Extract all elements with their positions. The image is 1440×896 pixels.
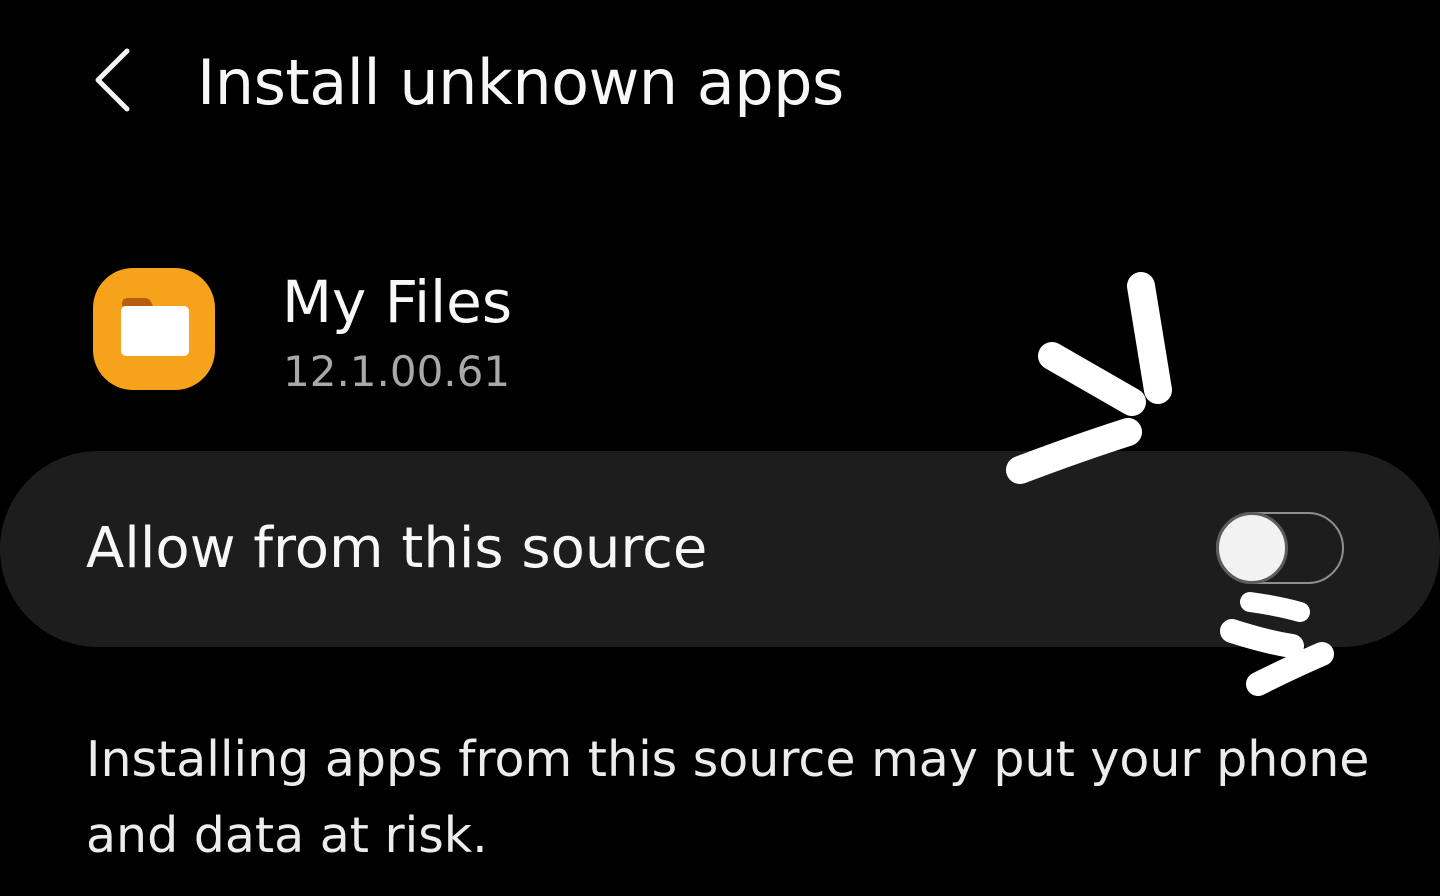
allow-from-source-label: Allow from this source xyxy=(86,516,708,581)
app-version: 12.1.00.61 xyxy=(283,347,511,396)
switch-thumb xyxy=(1216,512,1288,584)
back-button[interactable] xyxy=(72,42,152,122)
allow-from-source-switch[interactable] xyxy=(1216,512,1344,584)
chevron-left-icon xyxy=(90,45,134,119)
warning-text: Installing apps from this source may put… xyxy=(86,731,1370,864)
app-name: My Files xyxy=(282,268,513,336)
my-files-app-icon xyxy=(93,268,215,390)
page-title: Install unknown apps xyxy=(197,46,844,119)
